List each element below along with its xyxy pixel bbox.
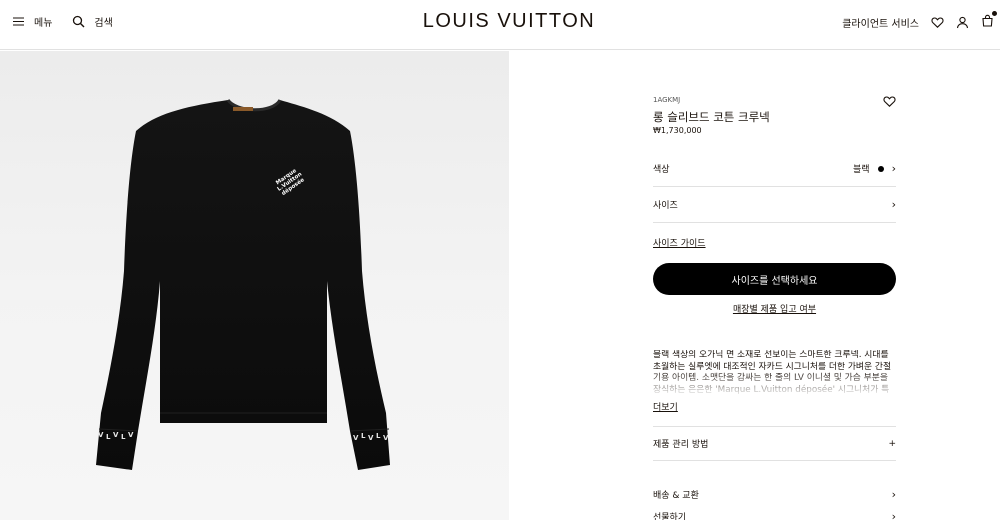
- gift-label: 선물하기: [653, 513, 687, 520]
- shopping-bag-button[interactable]: [981, 10, 998, 30]
- svg-text:L: L: [106, 433, 111, 441]
- header-right: 클라이언트 서비스: [842, 10, 998, 30]
- in-store-availability-link[interactable]: 매장별 제품 입고 여부: [653, 302, 896, 315]
- heart-icon[interactable]: [931, 16, 944, 29]
- account-icon[interactable]: [956, 16, 969, 29]
- chevron-right-icon: ›: [891, 162, 896, 175]
- svg-text:V: V: [353, 434, 359, 442]
- select-size-button[interactable]: 사이즈를 선택하세요: [653, 263, 896, 295]
- size-selector[interactable]: 사이즈 ›: [653, 187, 896, 223]
- shipping-label: 배송 & 교환: [653, 491, 699, 501]
- svg-text:L: L: [121, 433, 126, 441]
- svg-text:V: V: [128, 431, 134, 439]
- product-price: ₩1,730,000: [653, 126, 702, 135]
- wishlist-heart-icon[interactable]: [883, 95, 896, 108]
- read-more-link[interactable]: 더보기: [653, 400, 678, 413]
- client-service-link[interactable]: 클라이언트 서비스: [842, 15, 919, 30]
- product-name: 롱 슬리브드 코튼 크루넥: [653, 110, 770, 124]
- product-image: Marque L.Vuitton déposée VLVLV VLVLV: [96, 98, 390, 470]
- site-header: 메뉴 검색 LOUIS VUITTON 클라이언트 서비스: [0, 0, 1000, 50]
- svg-text:L: L: [361, 432, 366, 440]
- product-sku: 1AGKMJ: [653, 96, 681, 104]
- svg-text:V: V: [113, 431, 119, 439]
- product-image-gallery[interactable]: Marque L.Vuitton déposée VLVLV VLVLV: [0, 51, 509, 520]
- description-fade: [653, 371, 896, 395]
- color-label: 색상: [653, 165, 670, 175]
- chevron-right-icon: ›: [891, 488, 896, 501]
- size-label: 사이즈: [653, 201, 678, 211]
- size-guide-link[interactable]: 사이즈 가이드: [653, 236, 706, 249]
- neck-label: [233, 107, 253, 111]
- color-selector[interactable]: 색상 블랙 ›: [653, 151, 896, 187]
- sweater-body: [96, 100, 390, 470]
- svg-text:V: V: [98, 431, 104, 439]
- chevron-right-icon: ›: [891, 198, 896, 211]
- color-value-group: 블랙 ›: [853, 162, 896, 175]
- svg-text:L: L: [376, 432, 381, 440]
- bag-badge: [991, 10, 998, 17]
- color-swatch: [877, 165, 884, 172]
- plus-icon: +: [888, 438, 896, 449]
- gift-link[interactable]: 선물하기 ›: [653, 510, 896, 520]
- care-instructions-accordion[interactable]: 제품 관리 방법 +: [653, 426, 896, 461]
- shipping-returns-link[interactable]: 배송 & 교환 ›: [653, 488, 896, 501]
- care-label: 제품 관리 방법: [653, 440, 709, 450]
- svg-text:V: V: [383, 434, 389, 442]
- svg-text:V: V: [368, 434, 374, 442]
- color-value: 블랙: [853, 165, 870, 175]
- chevron-right-icon: ›: [891, 510, 896, 520]
- right-cuff-monogram: VLVLV: [353, 432, 389, 442]
